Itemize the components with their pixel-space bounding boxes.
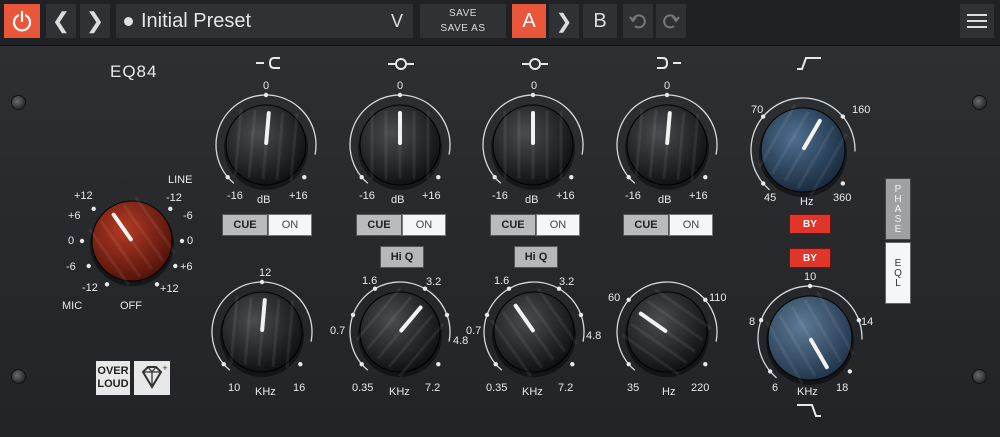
band3-cue-button[interactable]: CUE <box>490 214 536 236</box>
band3-hiq-button[interactable]: Hi Q <box>514 246 558 268</box>
band4-on-button[interactable]: ON <box>669 214 713 236</box>
phase-label: PHASE <box>892 184 904 234</box>
brand-line: LOUD <box>97 378 129 390</box>
freq-tick-label: 35 <box>627 382 640 394</box>
input-tick-label: -12 <box>82 282 98 294</box>
freq-tick-label: 10 <box>228 382 241 394</box>
brand-line: OVER <box>97 365 129 377</box>
gain-tick-label: -16 <box>625 190 641 202</box>
lpf-tick-label: 8 <box>749 316 756 328</box>
hpf-tick-label: 160 <box>852 104 871 116</box>
band2-hiq-button[interactable]: Hi Q <box>380 246 424 268</box>
gain-unit-label: dB <box>658 194 672 206</box>
band3-on-button[interactable]: ON <box>536 214 580 236</box>
eql-switch-button[interactable]: EQL <box>885 242 911 304</box>
input-tick-label: -12 <box>166 192 182 204</box>
hpf-tick-label: 360 <box>833 192 852 204</box>
gain-tick-label: +16 <box>289 190 308 202</box>
off-label: OFF <box>120 300 142 312</box>
band2-freq-knob[interactable] <box>330 262 471 403</box>
input-tick-label: 0 <box>187 235 194 247</box>
lpf-tick-label: 18 <box>836 382 849 394</box>
gain-tick-label: -16 <box>227 190 243 202</box>
gain-tick-label: -16 <box>359 190 375 202</box>
input-tick-label: +12 <box>74 190 93 202</box>
freq-tick-label: 0.7 <box>466 325 482 337</box>
freq-tick-label: 1.6 <box>494 275 510 287</box>
band2-on-button[interactable]: ON <box>402 214 446 236</box>
gain-tick-label: 0 <box>531 80 538 92</box>
gain-tick-label: -16 <box>492 190 508 202</box>
freq-tick-label: 7.2 <box>558 382 574 394</box>
hpf-unit-label: Hz <box>800 196 814 208</box>
freq-tick-label: 0.35 <box>352 382 374 394</box>
input-tick-label: 0 <box>68 235 75 247</box>
gain-unit-label: dB <box>391 194 405 206</box>
band4-freq-knob[interactable] <box>597 262 738 403</box>
band1-freq-knob[interactable] <box>192 262 333 403</box>
freq-unit-label: KHz <box>522 386 543 398</box>
freq-unit-label: Hz <box>662 386 676 398</box>
lpf-tick-label: 10 <box>804 271 817 283</box>
band1-on-button[interactable]: ON <box>268 214 312 236</box>
gain-tick-label: 0 <box>664 80 671 92</box>
gain-unit-label: dB <box>525 194 539 206</box>
gain-tick-label: +16 <box>422 190 441 202</box>
input-tick-label: +6 <box>68 210 81 222</box>
input-gain-knob[interactable] <box>79 196 185 287</box>
freq-tick-label: 110 <box>709 292 727 304</box>
lpf-bypass-button[interactable]: BY <box>789 248 831 268</box>
hpf-tick-label: 70 <box>751 104 764 116</box>
freq-tick-label: 3.2 <box>426 276 442 288</box>
band2-cue-button[interactable]: CUE <box>356 214 402 236</box>
freq-tick-label: 0.7 <box>330 325 346 337</box>
gain-tick-label: 0 <box>263 80 270 92</box>
lpf-tick-label: 14 <box>861 316 874 328</box>
hpf-tick-label: 45 <box>764 192 777 204</box>
freq-tick-label: 1.6 <box>362 275 378 287</box>
hpf-bypass-button[interactable]: BY <box>789 214 831 234</box>
gain-tick-label: +16 <box>556 190 575 202</box>
gain-unit-label: dB <box>257 194 271 206</box>
mic-label: MIC <box>62 300 83 312</box>
gem-logo-icon: + <box>134 361 170 395</box>
freq-tick-label: 3.2 <box>559 276 575 288</box>
phase-switch-button[interactable]: PHASE <box>885 178 911 240</box>
freq-tick-label: 4.8 <box>586 330 602 342</box>
freq-unit-label: KHz <box>389 386 410 398</box>
lpf-unit-label: KHz <box>797 386 818 398</box>
gain-tick-label: +16 <box>689 190 708 202</box>
band3-freq-knob[interactable] <box>464 262 605 403</box>
input-tick-label: -6 <box>66 261 76 273</box>
band1-cue-button[interactable]: CUE <box>222 214 268 236</box>
svg-text:+: + <box>162 364 168 372</box>
line-label: LINE <box>168 174 193 186</box>
freq-tick-label: 60 <box>608 292 621 304</box>
freq-tick-label: 12 <box>259 267 272 279</box>
input-tick-label: +12 <box>160 283 179 295</box>
freq-tick-label: 220 <box>691 382 710 394</box>
input-tick-label: -6 <box>183 210 193 222</box>
overloud-logo: OVER LOUD <box>96 361 130 395</box>
input-tick-label: +6 <box>180 261 193 273</box>
band4-cue-button[interactable]: CUE <box>623 214 669 236</box>
freq-tick-label: 0.35 <box>486 382 508 394</box>
eql-label: EQL <box>892 258 904 288</box>
freq-tick-label: 7.2 <box>425 382 441 394</box>
freq-unit-label: KHz <box>255 386 276 398</box>
gain-tick-label: 0 <box>397 80 404 92</box>
lpf-tick-label: 6 <box>772 382 779 394</box>
freq-tick-label: 16 <box>293 382 306 394</box>
